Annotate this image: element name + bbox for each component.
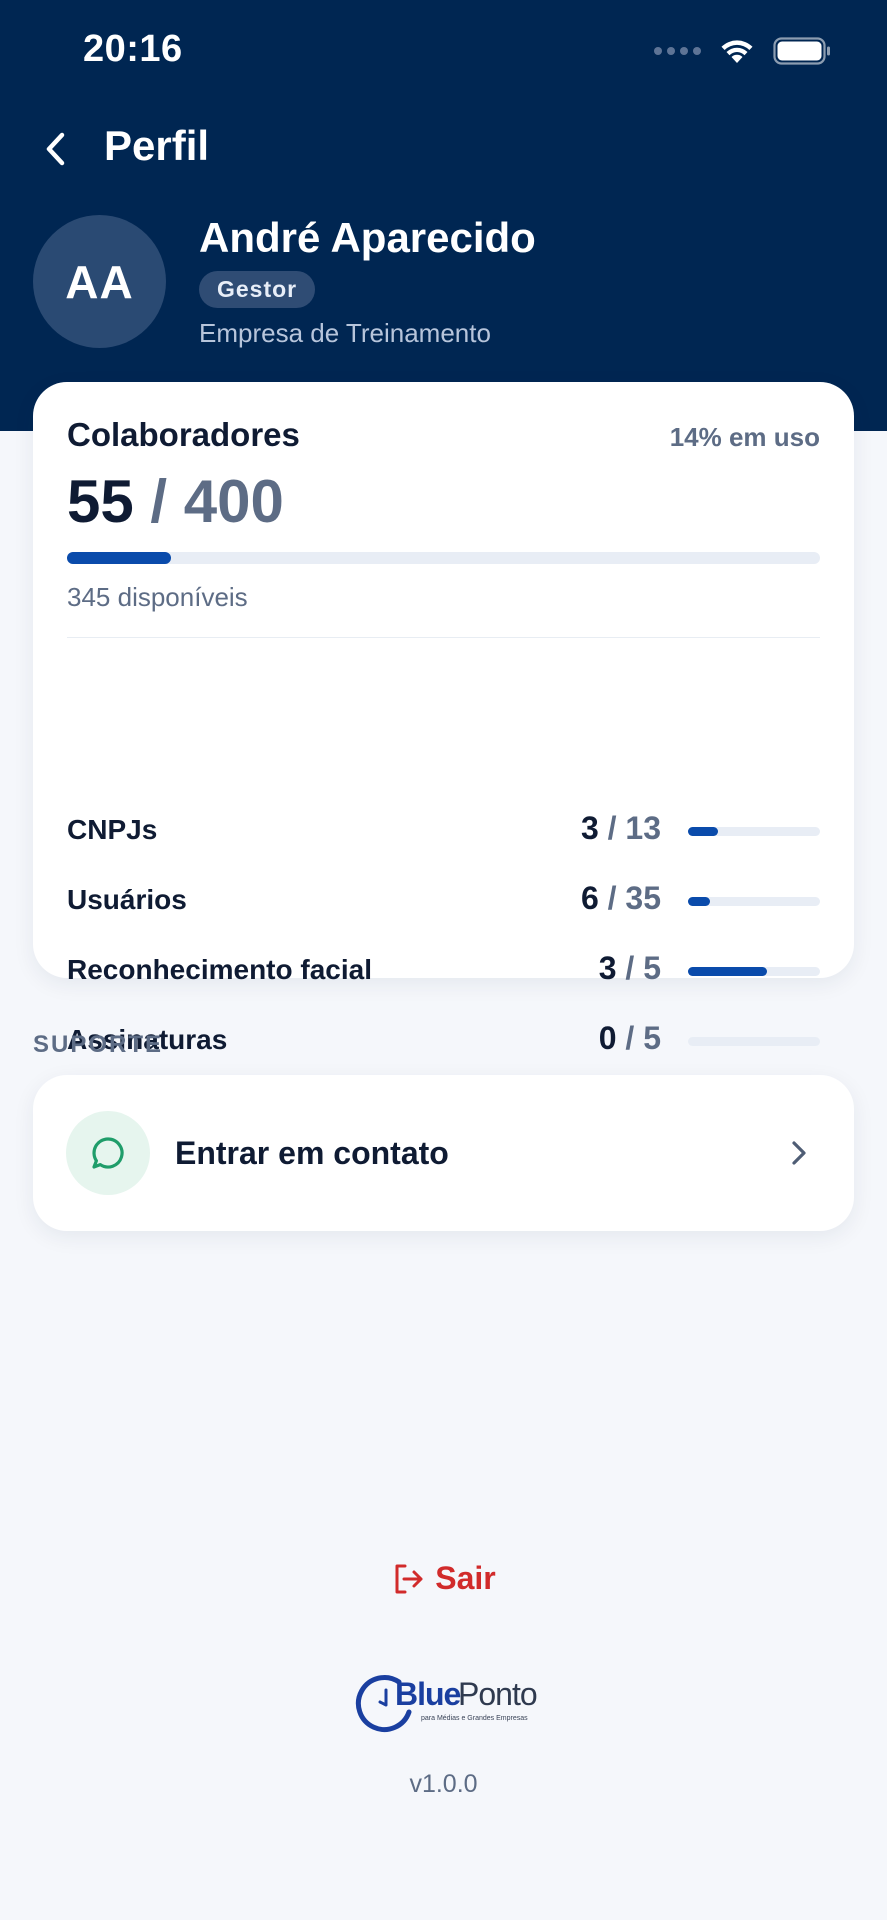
quota-progress-fill: [67, 552, 171, 564]
status-icons: [654, 34, 831, 68]
support-icon-badge: [66, 1111, 150, 1195]
brand-name-blue: Blue: [395, 1676, 461, 1712]
wifi-icon: [721, 40, 753, 63]
contact-label: Entrar em contato: [175, 1135, 449, 1171]
quota-total: 400: [183, 468, 284, 535]
app-version: v1.0.0: [409, 1770, 478, 1798]
resource-progress-bar: [688, 1037, 820, 1046]
resource-total: 13: [625, 810, 661, 846]
profile-header: 20:16 Perfil AA André Aparecido Gestor E…: [0, 0, 887, 431]
resource-value: 6 / 35: [581, 880, 661, 917]
quota-separator: /: [150, 468, 184, 535]
avatar: AA: [33, 215, 166, 348]
resource-progress-bar: [688, 827, 820, 836]
resource-progress-fill: [688, 967, 768, 976]
logout-label: Sair: [435, 1560, 496, 1596]
quota-progress-bar: [67, 552, 820, 564]
divider: [67, 637, 820, 638]
chevron-left-icon: [46, 132, 65, 166]
resource-value: 3 / 13: [581, 810, 661, 847]
resource-progress-bar: [688, 897, 820, 906]
resource-label: Reconhecimento facial: [67, 954, 372, 985]
resource-total: 5: [643, 1020, 661, 1056]
logout-button[interactable]: Sair: [0, 1560, 887, 1597]
signal-icon: [654, 47, 701, 55]
status-time: 20:16: [83, 28, 183, 70]
resource-label: CNPJs: [67, 814, 158, 845]
resource-used: 6: [580, 880, 599, 916]
resource-label: Usuários: [67, 884, 187, 915]
resource-value: 0 / 5: [599, 1020, 661, 1057]
resource-progress-bar: [688, 967, 820, 976]
resource-total: 5: [643, 950, 661, 986]
back-button[interactable]: [36, 124, 76, 174]
quota-usage-percent: 14% em uso: [669, 422, 820, 452]
resource-row-usuarios: Usuários 6 / 35: [67, 880, 820, 920]
company-name: Empresa de Treinamento: [199, 318, 491, 348]
quota-used: 55: [67, 468, 134, 535]
resource-separator: /: [616, 1020, 644, 1056]
chevron-right-icon: [784, 1136, 814, 1170]
brand-name-ponto: Ponto: [458, 1676, 538, 1712]
user-name: André Aparecido: [199, 214, 536, 261]
resource-used: 3: [580, 810, 599, 846]
contact-support-button[interactable]: Entrar em contato: [33, 1075, 854, 1231]
resource-used: 3: [598, 950, 617, 986]
logout-icon: [395, 1564, 423, 1593]
resource-used: 0: [598, 1020, 617, 1056]
brand-tagline: para Médias e Grandes Empresas: [421, 1715, 528, 1722]
resource-row-cnpjs: CNPJs 3 / 13: [67, 810, 820, 850]
quota-available: 345 disponíveis: [67, 582, 248, 612]
quota-numbers: 55 / 400: [67, 467, 284, 536]
resource-row-assinaturas: Assinaturas 0 / 5: [67, 1020, 820, 1060]
section-label-support: SUPORTE: [33, 1031, 164, 1058]
role-badge: Gestor: [199, 271, 316, 308]
brand-logo: Blue Ponto para Médias e Grandes Empresa…: [355, 1672, 538, 1736]
chat-bubble-icon: [92, 1137, 124, 1169]
resource-separator: /: [616, 950, 644, 986]
resource-separator: /: [598, 810, 626, 846]
resource-row-facial: Reconhecimento facial 3 / 5: [67, 950, 820, 990]
page-title: Perfil: [104, 122, 210, 169]
resource-total: 35: [625, 880, 661, 916]
resource-separator: /: [598, 880, 626, 916]
battery-icon: [773, 37, 830, 65]
resource-progress-fill: [688, 827, 719, 836]
quota-title: Colaboradores: [67, 416, 300, 453]
resource-progress-fill: [688, 897, 711, 906]
resource-value: 3 / 5: [599, 950, 661, 987]
plan-usage-card: Colaboradores 14% em uso 55 / 400 345 di…: [33, 382, 854, 1056]
